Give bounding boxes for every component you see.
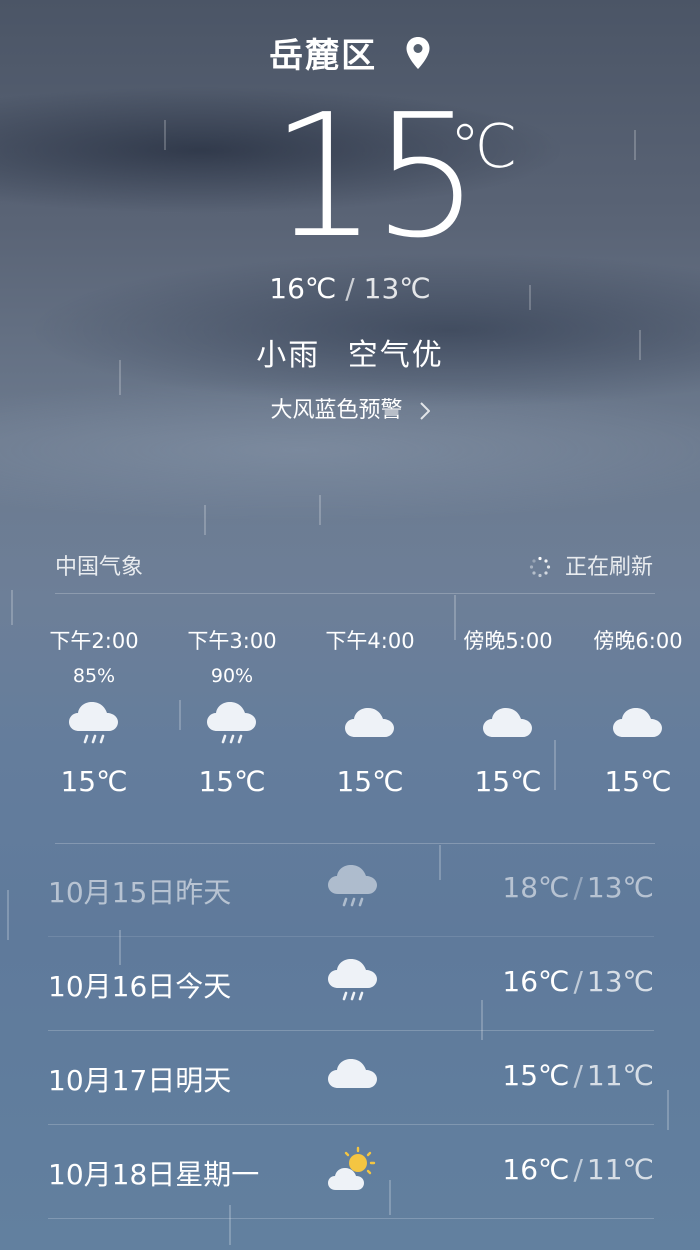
warning-text: 大风蓝色预警 xyxy=(270,398,403,423)
day-temp-separator: / xyxy=(573,1059,583,1092)
hourly-item: 下午2:00 85% 15℃ xyxy=(24,625,164,798)
hour-time: 傍晚6:00 xyxy=(593,629,683,653)
day-low: 11℃ xyxy=(586,1059,654,1092)
refresh-status[interactable]: 正在刷新 xyxy=(529,549,653,581)
precip-chance: 85% xyxy=(72,665,116,687)
condition-row: 小雨 空气优 xyxy=(0,330,700,374)
hour-time: 下午2:00 xyxy=(49,629,139,653)
day-high: 16℃ xyxy=(502,1153,570,1186)
day-date: 10月18日星期一 xyxy=(48,1158,260,1191)
hour-temperature: 15℃ xyxy=(474,765,542,798)
daily-row[interactable]: 10月15日昨天 18℃/13℃ xyxy=(48,843,654,937)
daily-row[interactable]: 10月17日明天 15℃/11℃ xyxy=(48,1031,654,1125)
day-date: 10月16日今天 xyxy=(48,970,232,1003)
today-low: 13℃ xyxy=(363,272,431,305)
hourly-item: 傍晚6:00 15℃ xyxy=(576,625,700,798)
weather-condition: 小雨 xyxy=(256,338,321,373)
day-high: 18℃ xyxy=(502,871,570,904)
rain-cloud-icon xyxy=(205,701,259,749)
day-high: 16℃ xyxy=(502,965,570,998)
daily-row[interactable]: 10月16日今天 16℃/13℃ xyxy=(48,937,654,1031)
hour-temperature: 15℃ xyxy=(336,765,404,798)
today-high: 16℃ xyxy=(269,272,337,305)
day-temp-range: 18℃/13℃ xyxy=(502,871,654,904)
divider xyxy=(55,593,655,594)
chevron-right-icon xyxy=(419,402,430,420)
hour-temperature: 15℃ xyxy=(60,765,128,798)
partly-sunny-icon xyxy=(326,1145,380,1195)
cloud-icon xyxy=(343,701,397,749)
daily-row[interactable]: 10月18日星期一 16℃/11℃ xyxy=(48,1125,654,1219)
day-temp-range: 16℃/13℃ xyxy=(502,965,654,998)
precip-chance xyxy=(438,665,578,689)
current-temperature: 15 xyxy=(270,78,480,276)
day-date: 10月17日明天 xyxy=(48,1064,232,1097)
hourly-item: 傍晚5:00 15℃ xyxy=(438,625,578,798)
refresh-label: 正在刷新 xyxy=(564,555,653,580)
temperature-unit: ℃ xyxy=(450,112,518,182)
rain-cloud-icon xyxy=(326,863,380,913)
weather-warning-link[interactable]: 大风蓝色预警 xyxy=(0,392,700,424)
hourly-item: 下午4:00 15℃ xyxy=(300,625,440,798)
location-pin-icon xyxy=(406,36,430,69)
hour-time: 下午4:00 xyxy=(325,629,415,653)
day-temp-separator: / xyxy=(573,1153,583,1186)
day-low: 13℃ xyxy=(586,965,654,998)
cloud-icon xyxy=(611,701,665,749)
rain-cloud-icon xyxy=(67,701,121,749)
day-temp-separator: / xyxy=(573,871,583,904)
hourly-forecast[interactable]: 下午2:00 85% 15℃ 下午3:00 90% 15℃ 下午4:00 15℃… xyxy=(24,625,700,825)
day-temp-range: 16℃/11℃ xyxy=(502,1153,654,1186)
hour-temperature: 15℃ xyxy=(604,765,672,798)
hour-time: 傍晚5:00 xyxy=(463,629,553,653)
source-row: 中国气象 正在刷新 xyxy=(55,545,655,581)
day-temp-range: 15℃/11℃ xyxy=(502,1059,654,1092)
precip-chance xyxy=(300,665,440,689)
hour-time: 下午3:00 xyxy=(187,629,277,653)
location-header[interactable]: 岳麓区 xyxy=(0,28,700,77)
precip-chance: 90% xyxy=(210,665,254,687)
day-low: 11℃ xyxy=(586,1153,654,1186)
day-low: 13℃ xyxy=(586,871,654,904)
location-name: 岳麓区 xyxy=(269,36,378,76)
day-temp-separator: / xyxy=(573,965,583,998)
hour-temperature: 15℃ xyxy=(198,765,266,798)
cloud-icon xyxy=(326,1051,380,1101)
today-temp-range: 16℃ / 13℃ xyxy=(0,272,700,305)
range-separator: / xyxy=(345,272,355,305)
day-high: 15℃ xyxy=(502,1059,570,1092)
precip-chance xyxy=(576,665,700,689)
rain-cloud-icon xyxy=(326,957,380,1007)
divider xyxy=(48,1218,654,1219)
cloud-icon xyxy=(481,701,535,749)
data-source: 中国气象 xyxy=(55,555,144,580)
refresh-spinner-icon xyxy=(529,556,551,578)
hourly-item: 下午3:00 90% 15℃ xyxy=(162,625,302,798)
day-date: 10月15日昨天 xyxy=(48,876,232,909)
air-quality[interactable]: 空气优 xyxy=(348,338,444,373)
